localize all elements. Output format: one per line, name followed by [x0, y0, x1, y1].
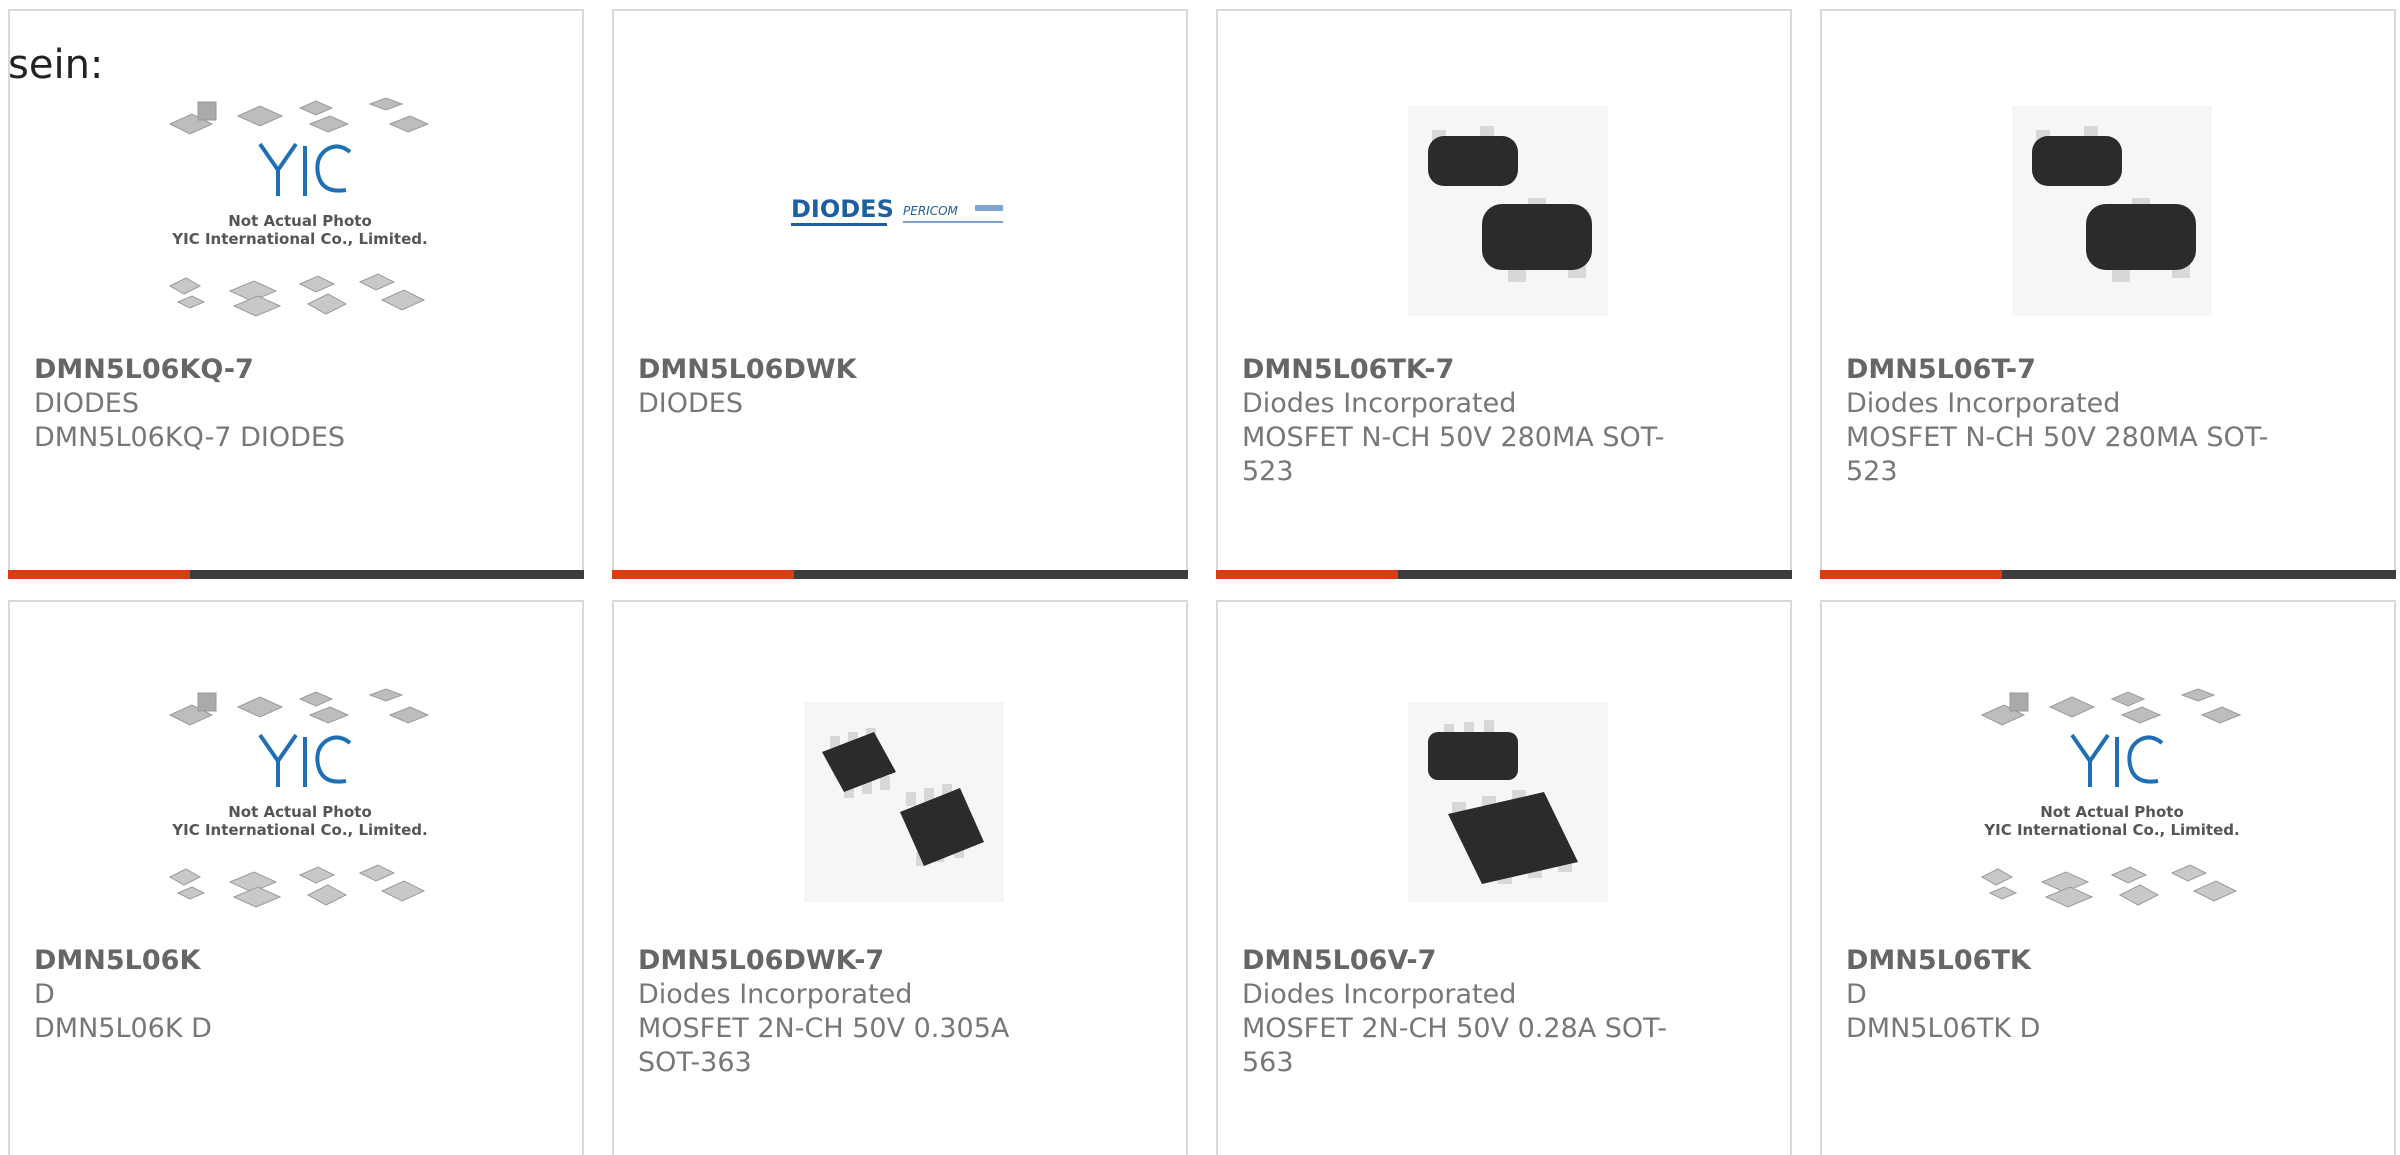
card-bottom-bar	[612, 570, 1188, 579]
product-card[interactable]: DMN5L06T-7 Diodes Incorporated MOSFET N-…	[1820, 9, 2396, 579]
card-accent-bar	[612, 570, 794, 579]
card-bottom-bar	[8, 570, 584, 579]
placeholder-photo-icon: Not Actual Photo YIC International Co., …	[168, 97, 430, 317]
diodes-logo-icon: DIODES PERICOM	[791, 195, 1003, 226]
product-image[interactable]	[734, 662, 1074, 942]
product-card[interactable]: DMN5L06TK-7 Diodes Incorporated MOSFET N…	[1216, 9, 1792, 579]
product-image[interactable]	[1942, 71, 2282, 351]
product-card[interactable]: Not Actual Photo YIC International Co., …	[8, 600, 584, 1155]
product-mpn[interactable]: DMN5L06K	[34, 944, 200, 978]
product-manufacturer: Diodes Incorporated	[638, 979, 913, 1010]
product-mpn[interactable]: DMN5L06TK	[1846, 944, 2031, 978]
sot-563-photo-icon	[1408, 702, 1608, 902]
product-description: DMN5L06KQ-7 DIODES	[34, 422, 346, 453]
card-bottom-bar	[1216, 570, 1792, 579]
product-card[interactable]: Not Actual Photo YIC International Co., …	[1820, 600, 2396, 1155]
product-image[interactable]: Not Actual Photo YIC International Co., …	[130, 71, 470, 351]
card-bottom-bar	[1820, 570, 2396, 579]
product-manufacturer: DIODES	[638, 388, 743, 419]
product-manufacturer: Diodes Incorporated	[1242, 979, 1517, 1010]
product-description: MOSFET N-CH 50V 280MA SOT-523	[1242, 422, 1665, 487]
product-image[interactable]: Not Actual Photo YIC International Co., …	[1942, 662, 2282, 942]
product-card[interactable]: DMN5L06V-7 Diodes Incorporated MOSFET 2N…	[1216, 600, 1792, 1155]
product-description: MOSFET 2N-CH 50V 0.28A SOT-563	[1242, 1013, 1667, 1078]
product-mpn[interactable]: DMN5L06DWK-7	[638, 944, 884, 978]
product-manufacturer: Diodes Incorporated	[1846, 388, 2121, 419]
product-mpn[interactable]: DMN5L06T-7	[1846, 353, 2036, 387]
product-card[interactable]: DIODES PERICOM DMN5L06DWK DIODES	[612, 9, 1188, 579]
product-image[interactable]: Not Actual Photo YIC International Co., …	[130, 662, 470, 942]
product-mpn[interactable]: DMN5L06KQ-7	[34, 353, 254, 387]
placeholder-photo-icon: Not Actual Photo YIC International Co., …	[168, 688, 430, 908]
placeholder-line1: Not Actual Photo	[228, 803, 372, 821]
card-accent-bar	[1820, 570, 2002, 579]
placeholder-line2: YIC International Co., Limited.	[171, 821, 427, 839]
sot-523-photo-icon	[1408, 106, 1608, 316]
product-description: MOSFET N-CH 50V 280MA SOT-523	[1846, 422, 2269, 487]
product-card[interactable]: DMN5L06DWK-7 Diodes Incorporated MOSFET …	[612, 600, 1188, 1155]
product-description: DMN5L06K D	[34, 1013, 212, 1044]
diodes-brand-text: DIODES	[791, 195, 894, 223]
product-manufacturer: D	[34, 979, 55, 1010]
sot-523-photo-icon	[2012, 106, 2212, 316]
product-description: DMN5L06TK D	[1846, 1013, 2041, 1044]
product-manufacturer: Diodes Incorporated	[1242, 388, 1517, 419]
card-accent-bar	[1216, 570, 1398, 579]
product-image[interactable]	[1338, 662, 1678, 942]
product-mpn[interactable]: DMN5L06V-7	[1242, 944, 1436, 978]
product-mpn[interactable]: DMN5L06DWK	[638, 353, 857, 387]
sot-363-photo-icon	[804, 702, 1004, 902]
product-mpn[interactable]: DMN5L06TK-7	[1242, 353, 1454, 387]
intro-text: sein:	[8, 42, 104, 88]
card-accent-bar	[8, 570, 190, 579]
pericom-text: PERICOM	[903, 204, 959, 218]
placeholder-photo-icon: Not Actual Photo YIC International Co., …	[1980, 688, 2242, 908]
product-manufacturer: DIODES	[34, 388, 139, 419]
placeholder-line1: Not Actual Photo	[2040, 803, 2184, 821]
product-description: MOSFET 2N-CH 50V 0.305A SOT-363	[638, 1013, 1010, 1078]
product-card[interactable]: Not Actual Photo YIC International Co., …	[8, 9, 584, 579]
placeholder-line2: YIC International Co., Limited.	[1983, 821, 2239, 839]
placeholder-line2: YIC International Co., Limited.	[171, 230, 427, 248]
product-image[interactable]	[1338, 71, 1678, 351]
product-image[interactable]: DIODES PERICOM	[734, 71, 1074, 351]
placeholder-line1: Not Actual Photo	[228, 212, 372, 230]
product-manufacturer: D	[1846, 979, 1867, 1010]
